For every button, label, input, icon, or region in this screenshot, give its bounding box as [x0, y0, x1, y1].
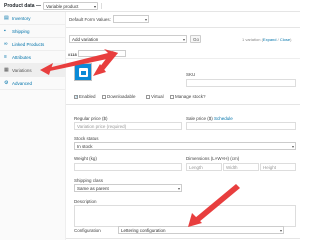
sidebar-item-label: Linked Products: [12, 42, 45, 47]
chevron-down-icon: ▾: [144, 17, 147, 22]
checkbox-icon: [146, 95, 150, 99]
configuration-value: Lettering configuration: [121, 228, 166, 233]
variation-image-upload[interactable]: [74, 63, 92, 81]
stock-status-select[interactable]: In stock ▾: [74, 142, 296, 150]
truck-icon: ▪: [4, 28, 6, 34]
checkbox-checked-icon: [74, 94, 78, 99]
sidebar-item-advanced[interactable]: ⚙ Advanced: [0, 77, 65, 90]
list-icon: ≡: [4, 54, 7, 60]
close-link[interactable]: Close: [280, 37, 290, 42]
sidebar-item-label: Attributes: [12, 55, 32, 60]
chevron-down-icon: ▾: [177, 186, 180, 191]
divider: [66, 27, 300, 28]
configuration-label: Configuration: [74, 228, 101, 233]
regular-price-label: Regular price ($): [74, 116, 108, 121]
sidebar-item-attributes[interactable]: ≡ Attributes: [0, 51, 65, 64]
header-divider: [101, 3, 102, 9]
length-placeholder: Length: [189, 165, 203, 170]
length-input[interactable]: Length: [186, 163, 222, 171]
divider: [66, 104, 300, 105]
add-variation-value: Add variation: [72, 37, 99, 42]
manage-stock-label: Manage stock?: [175, 94, 206, 99]
default-form-values-select[interactable]: ▾: [113, 15, 149, 23]
sidebar-item-label: Shipping: [12, 29, 30, 34]
weight-label: Weight (kg): [74, 156, 97, 161]
chevron-down-icon: ▾: [93, 4, 96, 9]
description-textarea[interactable]: [74, 205, 296, 227]
add-variation-select[interactable]: Add variation ▾: [69, 35, 187, 43]
schedule-link[interactable]: Schedule: [214, 116, 233, 121]
sku-label: SKU: [186, 72, 196, 77]
sidebar-item-label: Inventory: [12, 16, 31, 21]
gear-icon: ⚙: [4, 80, 9, 86]
inventory-icon: ▤: [4, 15, 9, 21]
weight-input[interactable]: [74, 163, 182, 171]
divider: [66, 238, 300, 239]
variation-attribute-select[interactable]: [78, 50, 126, 57]
product-data-tabs: ▤ Inventory ▪ Shipping ∞ Linked Products…: [0, 12, 66, 240]
default-form-values-label: Default Form Values:: [69, 17, 111, 22]
sidebar-item-label: Advanced: [12, 81, 33, 86]
variations-panel: Default Form Values: ▾ Add variation ▾ G…: [66, 12, 300, 240]
product-data-title: Product data —: [4, 3, 41, 9]
sale-price-input[interactable]: [186, 122, 296, 130]
regular-price-input[interactable]: Variation price (required): [74, 122, 182, 130]
stock-status-value: In stock: [77, 144, 93, 149]
variation-header[interactable]: #118: [66, 49, 300, 59]
virtual-label: Virtual: [151, 94, 164, 99]
product-type-value: Variable product: [46, 4, 79, 9]
grid-icon: ▦: [4, 67, 9, 73]
chevron-down-icon: ▾: [291, 144, 294, 149]
downloadable-checkbox[interactable]: Downloadable: [102, 94, 136, 99]
chevron-down-icon: ▾: [279, 228, 282, 233]
enabled-checkbox[interactable]: Enabled: [74, 94, 96, 99]
chevron-down-icon: ▾: [182, 37, 185, 42]
product-data-header: Product data — Variable product ▾: [0, 0, 300, 12]
regular-price-placeholder: Variation price (required): [77, 124, 127, 129]
sidebar-item-label: Variations: [12, 68, 32, 73]
downloadable-label: Downloadable: [107, 94, 136, 99]
link-icon: ∞: [4, 41, 8, 47]
manage-stock-checkbox[interactable]: Manage stock?: [170, 94, 206, 99]
product-type-select[interactable]: Variable product ▾: [43, 2, 98, 10]
sale-price-label: Sale price ($) Schedule: [186, 116, 233, 121]
sidebar-item-inventory[interactable]: ▤ Inventory: [0, 12, 65, 25]
variation-number: #118: [68, 52, 77, 57]
height-input[interactable]: Height: [260, 163, 296, 171]
stock-status-label: Stock status: [74, 136, 99, 141]
shipping-class-label: Shipping class: [74, 178, 104, 183]
sale-price-text: Sale price ($): [186, 116, 213, 121]
configuration-select[interactable]: Lettering configuration ▾: [118, 226, 284, 234]
sidebar-item-variations[interactable]: ▦ Variations: [0, 64, 65, 77]
height-placeholder: Height: [263, 165, 277, 170]
sidebar-item-linked-products[interactable]: ∞ Linked Products: [0, 38, 65, 51]
width-placeholder: Width: [226, 165, 238, 170]
go-button[interactable]: Go: [190, 35, 201, 43]
variations-count: 1 variation (Expand / Close): [242, 37, 292, 42]
image-placeholder-icon: [79, 68, 88, 77]
sku-input[interactable]: [186, 79, 296, 87]
description-label: Description: [74, 199, 97, 204]
expand-link[interactable]: Expand: [263, 37, 277, 42]
dimensions-label: Dimensions (L×W×H) (cm): [186, 156, 240, 161]
shipping-class-value: Same as parent: [77, 186, 109, 191]
width-input[interactable]: Width: [223, 163, 259, 171]
checkbox-icon: [102, 95, 106, 99]
enabled-label: Enabled: [79, 94, 96, 99]
variations-count-text: 1 variation: [242, 37, 261, 42]
virtual-checkbox[interactable]: Virtual: [146, 94, 164, 99]
checkbox-icon: [170, 95, 174, 99]
shipping-class-select[interactable]: Same as parent ▾: [74, 184, 182, 192]
sidebar-item-shipping[interactable]: ▪ Shipping: [0, 25, 65, 38]
